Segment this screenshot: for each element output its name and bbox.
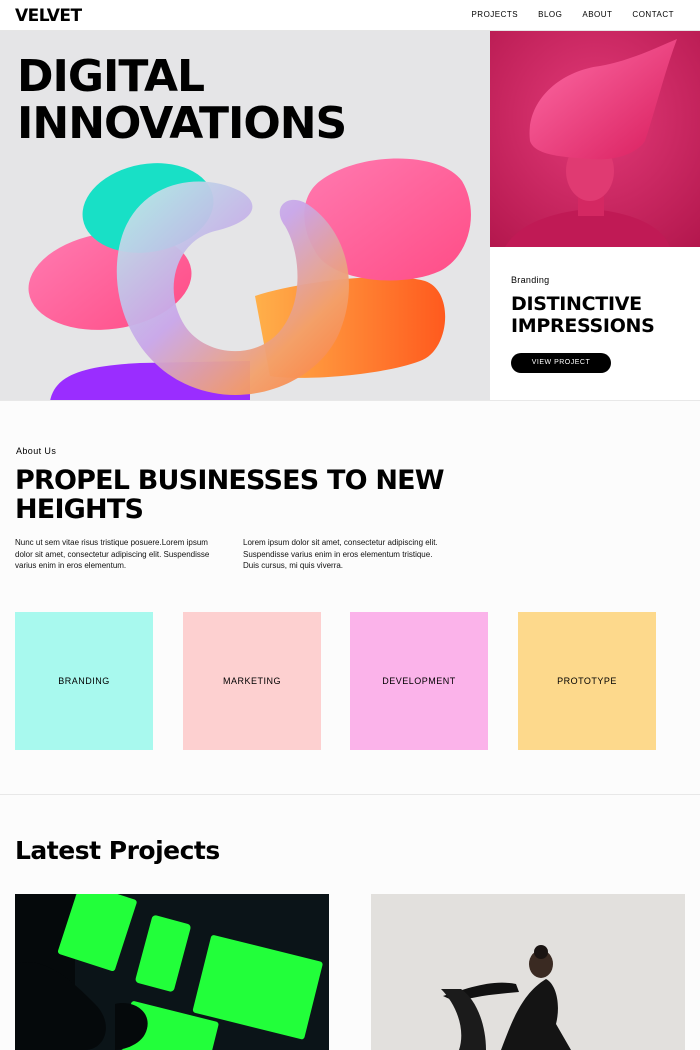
section-divider xyxy=(0,400,700,401)
nav-menu: PROJECTS BLOG ABOUT CONTACT xyxy=(451,10,674,19)
pink-figure-image xyxy=(490,31,700,247)
nav-link-about[interactable]: ABOUT xyxy=(582,10,612,19)
service-card-prototype[interactable]: PROTOTYPE xyxy=(518,612,656,750)
project-thumbnail-1[interactable] xyxy=(15,894,329,1050)
featured-kicker: Branding xyxy=(511,275,550,285)
hero-title-line1: DIGITAL xyxy=(17,51,205,102)
view-project-button[interactable]: VIEW PROJECT xyxy=(511,353,611,373)
nav-link-blog[interactable]: BLOG xyxy=(538,10,562,19)
service-card-marketing[interactable]: MARKETING xyxy=(183,612,321,750)
service-card-development[interactable]: DEVELOPMENT xyxy=(350,612,488,750)
top-navbar: VELVET PROJECTS BLOG ABOUT CONTACT xyxy=(0,0,700,31)
about-paragraph-1: Nunc ut sem vitae risus tristique posuer… xyxy=(15,538,210,570)
hero-title-line2: INNOVATIONS xyxy=(17,98,347,149)
latest-projects-title: Latest Projects xyxy=(15,836,220,865)
nav-link-projects[interactable]: PROJECTS xyxy=(471,10,518,19)
neon-screens-image xyxy=(15,894,329,1050)
featured-project-image[interactable] xyxy=(490,31,700,247)
about-title: PROPEL BUSINESSES TO NEW HEIGHTS xyxy=(15,465,445,525)
service-card-branding[interactable]: BRANDING xyxy=(15,612,153,750)
dancer-image xyxy=(371,894,685,1050)
project-thumbnail-2[interactable] xyxy=(371,894,685,1050)
featured-title: DISTINCTIVE IMPRESSIONS xyxy=(511,293,655,337)
featured-title-line1: DISTINCTIVE xyxy=(511,293,642,315)
nav-link-contact[interactable]: CONTACT xyxy=(632,10,674,19)
section-divider xyxy=(0,794,700,795)
about-kicker: About Us xyxy=(16,446,57,456)
about-paragraph-2: Lorem ipsum dolor sit amet, consectetur … xyxy=(243,538,438,570)
brand-logo[interactable]: VELVET xyxy=(15,6,82,26)
hero-banner: DIGITAL INNOVATIONS xyxy=(0,31,490,401)
hero-title: DIGITAL INNOVATIONS xyxy=(17,51,347,149)
featured-project-card: Branding DISTINCTIVE IMPRESSIONS VIEW PR… xyxy=(490,247,700,401)
featured-title-line2: IMPRESSIONS xyxy=(511,315,655,337)
